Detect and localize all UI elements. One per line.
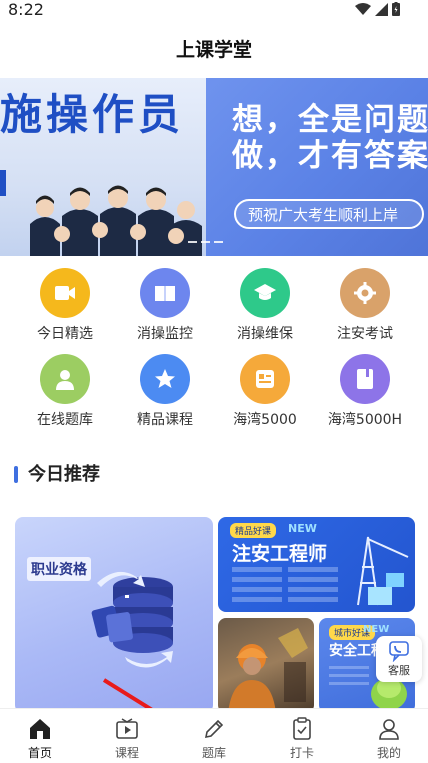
banner-right-line1: 想，全是问题 <box>232 102 428 138</box>
headset-icon <box>389 641 409 662</box>
nav-label: 打卡 <box>289 746 314 760</box>
nav-item-mine[interactable]: 我的 <box>359 715 419 763</box>
nav-label: 题库 <box>201 746 226 760</box>
nav-label: 首页 <box>27 746 52 760</box>
battery-icon <box>392 2 400 16</box>
grid-item-maintenance[interactable]: 消操维保 <box>215 266 315 346</box>
crane-illustration <box>232 536 409 606</box>
worker-photo-image <box>228 628 308 713</box>
nav-item-home[interactable]: 首页 <box>10 715 70 763</box>
wifi-icon <box>355 2 371 15</box>
home-icon <box>30 719 50 739</box>
checklist-icon <box>293 717 311 740</box>
banner-pill: 预祝广大考生顺利上岸 <box>234 199 424 229</box>
teacher-icon <box>40 354 90 404</box>
gear-icon <box>340 268 390 318</box>
customer-service-label: 客服 <box>388 664 410 677</box>
page-title: 上课学堂 <box>175 39 252 61</box>
nav-label: 我的 <box>376 746 401 760</box>
video-icon <box>40 268 90 318</box>
customer-service-button[interactable]: 客服 <box>376 636 422 682</box>
graduation-cap-icon <box>240 268 290 318</box>
grid-item-label: 海湾5000H <box>327 412 403 428</box>
banner-right-line2: 做，才有答案 <box>232 138 428 174</box>
pencil-icon <box>204 719 224 739</box>
app-header: 上课学堂 <box>0 30 428 70</box>
document-icon <box>240 354 290 404</box>
nav-item-courses[interactable]: 课程 <box>97 715 157 763</box>
bottom-nav: 首页 课程 题库 打卡 我的 <box>0 708 428 763</box>
status-bar: 8:22 <box>0 0 428 22</box>
banner-carousel[interactable]: 施操作员 想，全是问题 做，才有答案 预祝广大考生顺利上岸 <box>0 78 428 256</box>
banner-left-title: 施操作员 <box>0 90 185 139</box>
section-accent-bar <box>14 466 18 483</box>
status-time: 8:22 <box>8 0 44 19</box>
grid-item-haiwan-5000h[interactable]: 海湾5000H <box>315 352 415 432</box>
recommend-card-safety-engineer[interactable]: 精品好课 NEW 注安工程师 <box>218 517 415 612</box>
grid-item-label: 消操维保 <box>237 326 293 342</box>
recommend-card-qualification[interactable]: 职业资格 <box>15 517 213 713</box>
grid-item-online-question-bank[interactable]: 在线题库 <box>15 352 115 432</box>
grid-item-today-selection[interactable]: 今日精选 <box>15 266 115 346</box>
grid-item-premium-courses[interactable]: 精品课程 <box>115 352 215 432</box>
recommend-card-worker-photo[interactable] <box>218 618 314 713</box>
banner-dot <box>214 241 223 243</box>
nav-label: 课程 <box>114 746 139 760</box>
grid-item-label: 在线题库 <box>37 412 93 428</box>
banner-people-image <box>30 185 202 256</box>
user-icon <box>379 719 399 740</box>
play-icon <box>116 718 138 739</box>
nav-item-checkin[interactable]: 打卡 <box>272 715 332 763</box>
grid-item-label: 消操监控 <box>137 326 193 342</box>
banner-dot <box>201 241 210 243</box>
grid-item-label: 注安考试 <box>337 326 393 342</box>
section-title: 今日推荐 <box>28 464 100 485</box>
banner-slide-left[interactable]: 施操作员 <box>0 78 206 256</box>
status-icons <box>355 2 400 16</box>
signal-icon <box>375 2 388 16</box>
grid-item-safety-exam[interactable]: 注安考试 <box>315 266 415 346</box>
grid-item-label: 精品课程 <box>137 412 193 428</box>
grid-item-label: 海湾5000 <box>233 412 297 428</box>
grid-item-label: 今日精选 <box>37 326 93 342</box>
banner-slide-right[interactable]: 想，全是问题 做，才有答案 预祝广大考生顺利上岸 <box>206 78 428 256</box>
banner-pill-text: 预祝广大考生顺利上岸 <box>248 206 399 224</box>
notebook-icon <box>340 354 390 404</box>
nav-item-question-bank[interactable]: 题库 <box>184 715 244 763</box>
star-icon <box>140 354 190 404</box>
database-illustration <box>91 571 173 668</box>
book-icon <box>140 268 190 318</box>
grid-item-haiwan-5000[interactable]: 海湾5000 <box>215 352 315 432</box>
banner-dot <box>188 241 197 243</box>
grid-item-monitoring[interactable]: 消操监控 <box>115 266 215 346</box>
category-grid: 今日精选 消操监控 消操维保 注安考试 在线题库 精品课程 海湾5000 海湾5… <box>0 266 428 436</box>
banner-indicator <box>188 241 223 243</box>
